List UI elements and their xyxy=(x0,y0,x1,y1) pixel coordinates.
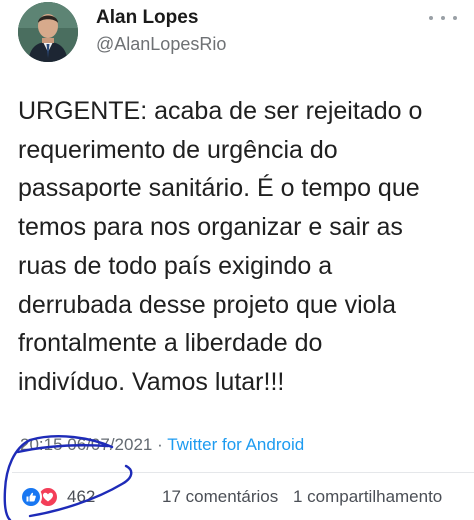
tweet-header: Alan Lopes @AlanLopesRio xyxy=(0,0,474,70)
more-dot xyxy=(441,16,445,20)
reactions-summary[interactable]: 462 xyxy=(20,484,95,510)
divider xyxy=(12,472,474,473)
author-handle[interactable]: @AlanLopesRio xyxy=(96,34,226,55)
tweet-date: 06/07/2021 xyxy=(67,435,153,454)
tweet-source-link[interactable]: Twitter for Android xyxy=(167,435,304,454)
more-dot xyxy=(429,16,433,20)
avatar[interactable] xyxy=(18,2,78,62)
avatar-portrait-image xyxy=(18,2,78,62)
like-icon xyxy=(20,486,42,508)
shares-count-link[interactable]: 1 compartilhamento xyxy=(293,487,442,506)
more-dot xyxy=(453,16,457,20)
tweet-time: 20:15 xyxy=(20,435,63,454)
reactions-count: 462 xyxy=(67,487,96,506)
tweet-text: URGENTE: acaba de ser rejeitado o requer… xyxy=(18,97,423,396)
more-horizontal-icon[interactable] xyxy=(429,12,457,24)
meta-separator: · xyxy=(152,435,168,454)
author-name[interactable]: Alan Lopes xyxy=(96,7,198,29)
shared-tweet-screenshot: Alan Lopes @AlanLopesRio URGENTE: acaba … xyxy=(0,0,474,520)
tweet-meta: 20:15 06/07/2021 · Twitter for Android xyxy=(20,435,304,455)
engagement-counts: 17 comentários 1 compartilhamento xyxy=(162,487,442,507)
comments-count-link[interactable]: 17 comentários xyxy=(162,487,278,506)
